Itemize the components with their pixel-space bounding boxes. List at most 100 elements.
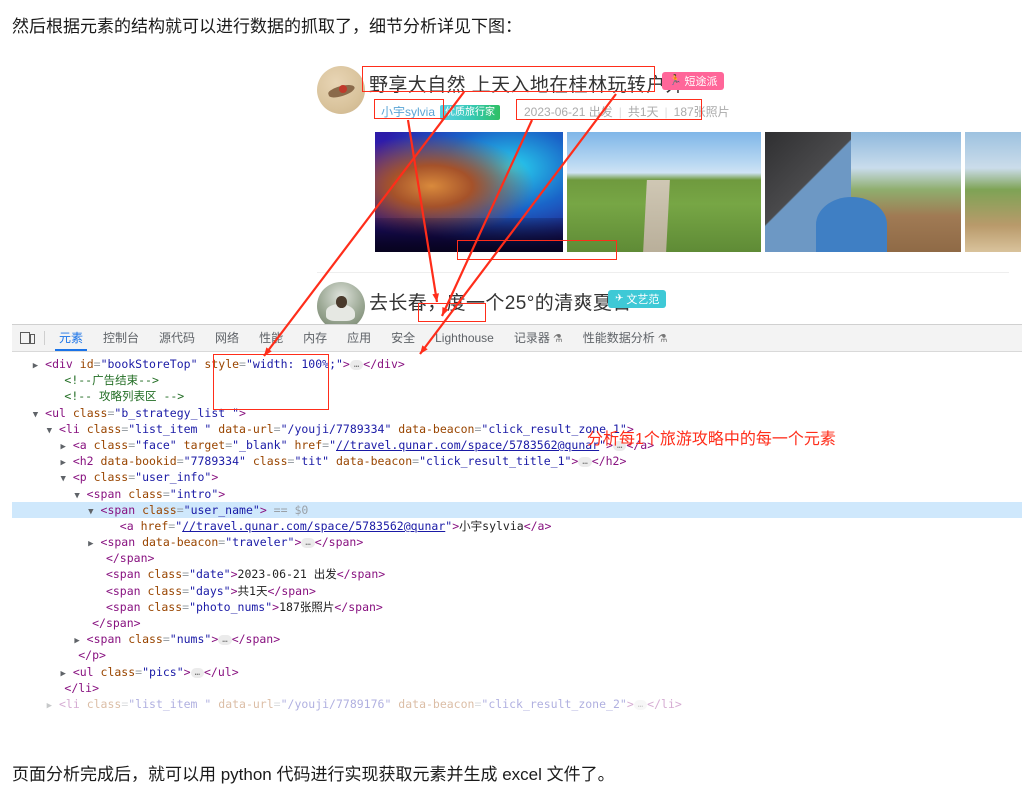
tab-7[interactable]: 安全 [381,325,425,351]
elements-code-view[interactable]: ▶ <div id="bookStoreTop" style="width: 1… [12,352,1022,714]
tab-6[interactable]: 应用 [337,325,381,351]
code-token: "width: 100%;" [245,357,343,371]
code-line[interactable]: ▶ <div id="bookStoreTop" style="width: 1… [12,356,1022,372]
tab-label: 控制台 [103,331,140,345]
code-token: "/youji/7789334" [280,421,392,436]
webpage-region: 野享大自然 上天入地在桂林玩转户外 🏃 短途派 小宇sylvia 优质旅行家 20… [12,54,1022,324]
trip-date: 2023-06-21 出发 [524,105,613,119]
code-line[interactable]: <!--广告结束--> [12,372,1022,388]
code-line[interactable]: ▶ <h2 data-bookid="7789334" class="tit" … [12,453,1022,469]
disclosure-triangle [88,604,99,614]
code-line[interactable]: </span> [12,550,1022,566]
code-line[interactable]: ▼ <li class="list_item " data-url="/youj… [12,421,1022,437]
code-token: = [273,421,281,436]
tab-1[interactable]: 控制台 [93,325,149,351]
code-line[interactable]: <span class="days">共1天</span> [12,583,1022,599]
meta-separator-1: | [618,105,622,119]
tab-9[interactable]: 记录器 ⚗ [504,325,573,351]
code-token: "user_info" [135,470,212,485]
code-line[interactable]: ▼ <ul class="b_strategy_list "> [12,405,1022,421]
trip-meta: 2023-06-21 出发 | 共1天 | 187张照片 [524,103,730,120]
ellipsis-icon[interactable]: … [578,457,592,468]
code-line[interactable]: ▶ <li class="list_item " data-url="/youj… [12,696,1022,712]
code-token: id [79,357,94,371]
thumbnail-river[interactable] [965,132,1021,252]
code-line[interactable]: </li> [12,680,1022,696]
code-line[interactable]: <a href="//travel.qunar.com/space/578356… [12,518,1022,534]
thumbnail-buggy-karst[interactable] [765,132,961,252]
tab-3[interactable]: 网络 [205,325,249,351]
code-token: == $0 [273,502,309,517]
code-token: <h2 [72,454,101,469]
code-token: "tit" [294,454,330,469]
code-token: <span [86,486,129,501]
code-line[interactable]: ▼ <p class="user_info"> [12,469,1022,485]
ellipsis-icon[interactable]: … [218,635,232,646]
tab-0[interactable]: 元素 [49,325,93,351]
code-line[interactable]: ▼ <span class="intro"> [12,486,1022,502]
code-token: "user_name" [183,502,260,517]
code-line[interactable]: <span class="date">2023-06-21 出发</span> [12,566,1022,582]
status-badge-2: ✈ 文艺范 [608,290,667,308]
code-token[interactable]: //travel.qunar.com/space/5783562@qunar [336,438,599,452]
code-token[interactable]: //travel.qunar.com/space/5783562@qunar [182,519,445,533]
tab-5[interactable]: 内存 [293,325,337,351]
code-line[interactable]: ▼ <span class="user_name"> == $0 [12,501,1022,518]
card-title-2[interactable]: 去长春，度一个25°的清爽夏日 [369,288,632,315]
code-token: = [162,632,170,647]
code-token: <span [105,583,148,598]
card-title[interactable]: 野享大自然 上天入地在桂林玩转户外 [369,70,685,97]
thumbnail-dirt-road[interactable] [567,132,761,252]
code-token: > [211,470,219,485]
code-token: data-beacon [391,696,475,711]
code-line[interactable]: ▶ <span data-beacon="traveler">… </span> [12,534,1022,550]
ellipsis-icon[interactable]: … [349,360,364,370]
code-token: <p [72,470,94,485]
disclosure-triangle [88,571,99,581]
user-name[interactable]: 小宇sylvia [381,105,435,119]
ellipsis-icon[interactable]: … [190,667,204,678]
code-token: class [86,421,122,436]
code-line[interactable]: <!-- 攻略列表区 --> [12,388,1022,404]
code-token: class [93,470,129,485]
code-line[interactable]: ▶ <ul class="pics">… </ul> [12,664,1022,680]
ellipsis-icon[interactable]: … [301,538,315,549]
code-token: data-beacon [329,454,413,469]
tab-4[interactable]: 性能 [249,325,293,351]
code-line[interactable]: ▶ <a class="face" target="_blank" href="… [12,437,1022,453]
avatar-2[interactable] [317,282,365,324]
badge-label: 短途派 [684,76,718,88]
code-token: "days" [189,583,231,598]
tab-label: 性能数据分析 [582,331,655,345]
tab-8[interactable]: Lighthouse [425,325,504,351]
thumbnail-cave[interactable] [375,132,563,252]
tab-label: 性能 [259,331,284,345]
code-line[interactable]: <span class="photo_nums">187张照片</span> [12,599,1022,615]
tab-2[interactable]: 源代码 [149,325,205,351]
device-toolbar-icon[interactable] [12,332,42,344]
code-token: data-bookid [100,454,177,469]
ellipsis-icon[interactable]: … [633,699,648,710]
code-line[interactable]: ▶ <span class="nums">… </span> [12,631,1022,647]
avatar[interactable] [317,66,365,114]
code-line[interactable]: </span> [12,615,1022,631]
code-token: <ul [45,405,73,420]
code-token: href [140,518,169,533]
tab-10[interactable]: 性能数据分析 ⚗ [573,325,678,351]
code-line[interactable]: </p> [12,647,1022,663]
code-token: > [230,583,238,598]
code-token: "_blank" [232,437,288,452]
code-token: "traveler" [225,535,295,550]
thumbnail-list [375,132,1021,252]
user-tag-chip: 优质旅行家 [440,105,501,120]
tab-label: 内存 [303,331,328,345]
